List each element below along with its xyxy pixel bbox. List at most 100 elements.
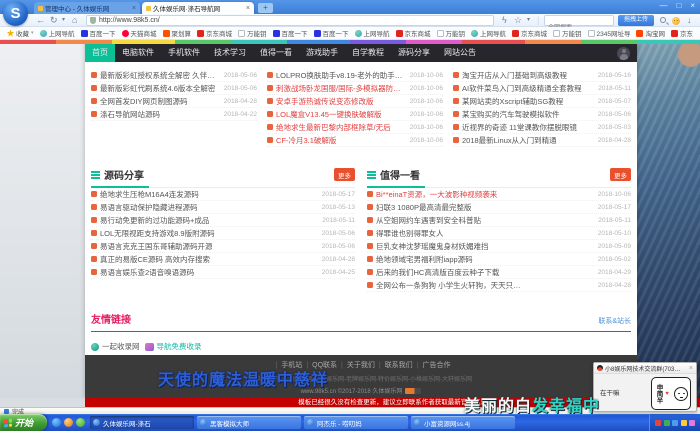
- bookmark-item[interactable]: 聚划算: [160, 28, 195, 38]
- list-item[interactable]: LOLPRO换肤助手v8.19-老外的助手更新了 2018-10-06: [267, 69, 443, 82]
- new-tab-button[interactable]: +: [258, 3, 273, 13]
- chevron-down-icon[interactable]: ▾: [62, 14, 65, 27]
- list-item[interactable]: 最新版彩虹授权系统全解密 久伴花钱买的… 2018-05-06: [91, 69, 257, 82]
- tray-icon[interactable]: [664, 420, 670, 426]
- list-item[interactable]: 易语言克克王国东哥辅助源码开源 2018-05-06: [91, 240, 355, 253]
- bookmark-item[interactable]: 京东商城: [194, 28, 235, 38]
- lightning-icon[interactable]: ϟ: [502, 14, 507, 27]
- bookmark-item[interactable]: 万能钥: [434, 28, 469, 38]
- list-item[interactable]: 涤石导航网站源码 2018-04-22: [91, 108, 257, 121]
- bookmark-item[interactable]: 万能钥: [235, 28, 270, 38]
- list-item[interactable]: 得罪谁也别得罪女人 2018-05-10: [367, 227, 631, 240]
- list-item[interactable]: 真正的易版CE源码 高效内存搜索 2018-04-28: [91, 253, 355, 266]
- start-button[interactable]: 开始: [0, 414, 47, 431]
- bookmark-item[interactable]: 百度一下: [311, 28, 352, 38]
- list-item[interactable]: 全网公布一条狗狗 小学生火轩狗，天天只… 2018-04-28: [367, 279, 631, 292]
- list-item[interactable]: 易语言娱乐查2语音嗅语源码 2018-04-25: [91, 266, 355, 279]
- bookmark-item[interactable]: 2345网址导: [585, 28, 634, 38]
- popup-close-icon[interactable]: ×: [689, 365, 693, 372]
- tray-icon[interactable]: [655, 420, 661, 426]
- address-bar[interactable]: http://www.98k5.cn/: [86, 15, 494, 26]
- list-item[interactable]: 刺激战场卧龙国服/国际-多模拟器防头盔圈 2018-10-06: [267, 82, 443, 95]
- list-item[interactable]: 巨乳女神沈梦瑶魔鬼身材妖媚难挡 2018-05-09: [367, 240, 631, 253]
- friend-link[interactable]: 导航免费收录: [145, 341, 202, 352]
- bookmark-item[interactable]: 淘宝网: [633, 28, 668, 38]
- nav-item[interactable]: 自学教程: [345, 44, 391, 62]
- popup-title-bar[interactable]: 小8娱乐网技术交流群(703… ×: [594, 363, 696, 374]
- bookmark-item[interactable]: 上网导航: [352, 28, 393, 38]
- bookmark-item[interactable]: 天猫商城: [119, 28, 160, 38]
- list-item[interactable]: 淘宝开店从入门基础到高级教程 2018-05-16: [453, 69, 631, 82]
- contact-webmaster-link[interactable]: 联系&站长: [598, 316, 631, 326]
- list-item[interactable]: LOL无限视距支持游戏8.9版附源码 2018-05-06: [91, 227, 355, 240]
- tray-icon[interactable]: [689, 420, 695, 426]
- nav-item[interactable]: 手机软件: [161, 44, 207, 62]
- nav-item[interactable]: 值得一看: [253, 44, 299, 62]
- list-item[interactable]: 绝地领域宅男福利附iapp源码 2018-05-02: [367, 253, 631, 266]
- favorite-star-icon[interactable]: ☆: [514, 14, 522, 27]
- bookmark-item[interactable]: 京东商城: [393, 28, 434, 38]
- bookmark-item[interactable]: 万能钥: [550, 28, 585, 38]
- browser-tab-active[interactable]: 久体娱乐网·涤石导航网 ×: [142, 2, 254, 14]
- list-item[interactable]: 某网站卖的Xscript辅助SG教程 2018-05-07: [453, 95, 631, 108]
- bookmark-item[interactable]: 百度一下: [270, 28, 311, 38]
- list-item[interactable]: 绝地求生最新巴黎内部框除草/无后 2018-10-06: [267, 121, 443, 134]
- nav-item[interactable]: 网站公告: [437, 44, 483, 62]
- search-icon[interactable]: [660, 17, 666, 23]
- list-item[interactable]: 绝地求生压枪M16A4连发源码 2018-05-17: [91, 188, 355, 201]
- ie-quicklaunch-icon[interactable]: [52, 418, 61, 427]
- bookmark-item[interactable]: 收藏: [4, 28, 37, 38]
- bookmark-item[interactable]: 上网导航: [468, 28, 509, 38]
- bookmark-item[interactable]: 京东: [668, 28, 696, 38]
- home-icon[interactable]: ⌂: [72, 14, 77, 27]
- list-item[interactable]: 最新版彩虹代刷系统4.6版本全解密 2018-05-06: [91, 82, 257, 95]
- list-item[interactable]: Bi**einaT资源，一大波影种视频袭来 2018-10-06: [367, 188, 631, 201]
- list-item[interactable]: AI软件菜鸟入门到高级精通全套教程 2018-05-11: [453, 82, 631, 95]
- app-quicklaunch-icon[interactable]: [64, 418, 73, 427]
- tab-close-icon[interactable]: ×: [132, 5, 136, 12]
- list-item[interactable]: 易语言驱动保护隐藏进程源码 2018-05-13: [91, 201, 355, 214]
- minimize-button[interactable]: —: [659, 1, 667, 10]
- more-button[interactable]: 更多: [334, 168, 355, 181]
- task-button[interactable]: 久体娱乐网-涤石: [90, 416, 194, 429]
- list-item[interactable]: 妇联3 1080P最高清最完整版 2018-05-17: [367, 201, 631, 214]
- friend-link[interactable]: 一起收录网: [91, 341, 140, 352]
- nav-item[interactable]: 源码分享: [391, 44, 437, 62]
- bookmark-item[interactable]: 百度一下: [78, 28, 119, 38]
- task-button[interactable]: 小富资源网ss.4j: [411, 416, 515, 429]
- footer-link[interactable]: 联系我们: [375, 360, 413, 370]
- nav-item[interactable]: 电脑软件: [115, 44, 161, 62]
- maximize-button[interactable]: □: [676, 1, 681, 10]
- nav-item[interactable]: 技术学习: [207, 44, 253, 62]
- avatar[interactable]: [617, 47, 630, 60]
- browser-tab-admin[interactable]: 管理中心 - 久体娱乐网 ×: [34, 2, 140, 14]
- task-button[interactable]: 黑客模拟大师: [197, 416, 301, 429]
- list-item[interactable]: 2018最新Linux从入门到精通 2018-04-28: [453, 134, 631, 147]
- list-item[interactable]: 全网首发DIY网页制图源码 2018-04-28: [91, 95, 257, 108]
- refresh-icon[interactable]: ↻: [50, 14, 58, 27]
- tray-icon[interactable]: [681, 420, 687, 426]
- footer-link[interactable]: 关于我们: [337, 360, 375, 370]
- close-button[interactable]: ×: [690, 1, 695, 10]
- search-box[interactable]: [544, 15, 614, 26]
- drag-upload-button[interactable]: 拖拽上传: [618, 15, 654, 26]
- smiley-icon[interactable]: [672, 17, 680, 25]
- footer-link[interactable]: 广告合作: [413, 360, 451, 370]
- download-icon[interactable]: ↓: [687, 14, 692, 27]
- tab-close-icon[interactable]: ×: [246, 5, 250, 12]
- sogou-logo-icon[interactable]: S: [3, 1, 28, 26]
- list-item[interactable]: 后来的我们HC高清版百度云种子下载 2018-04-29: [367, 266, 631, 279]
- app-quicklaunch-icon[interactable]: [76, 418, 85, 427]
- back-icon[interactable]: ←: [36, 14, 45, 27]
- nav-item[interactable]: 游戏助手: [299, 44, 345, 62]
- list-item[interactable]: CF-冷月3.1破解版 2018-10-06: [267, 134, 443, 147]
- list-item[interactable]: LOL魔盒V13.45一键换肤破解版 2018-10-06: [267, 108, 443, 121]
- chevron-down-icon[interactable]: ▾: [527, 14, 530, 27]
- nav-item[interactable]: 首页: [85, 44, 115, 62]
- list-item[interactable]: 安卓手游热诚传说变态修改版 2018-10-06: [267, 95, 443, 108]
- more-button[interactable]: 更多: [610, 168, 631, 181]
- list-item[interactable]: 从空姐网约车遇害到安全科普贴 2018-05-11: [367, 214, 631, 227]
- bookmark-item[interactable]: 京东商城: [509, 28, 550, 38]
- list-item[interactable]: 某宝购买的汽车驾驶模拟软件 2018-05-06: [453, 108, 631, 121]
- list-item[interactable]: 易行动免更新的过功能源码+成品 2018-05-11: [91, 214, 355, 227]
